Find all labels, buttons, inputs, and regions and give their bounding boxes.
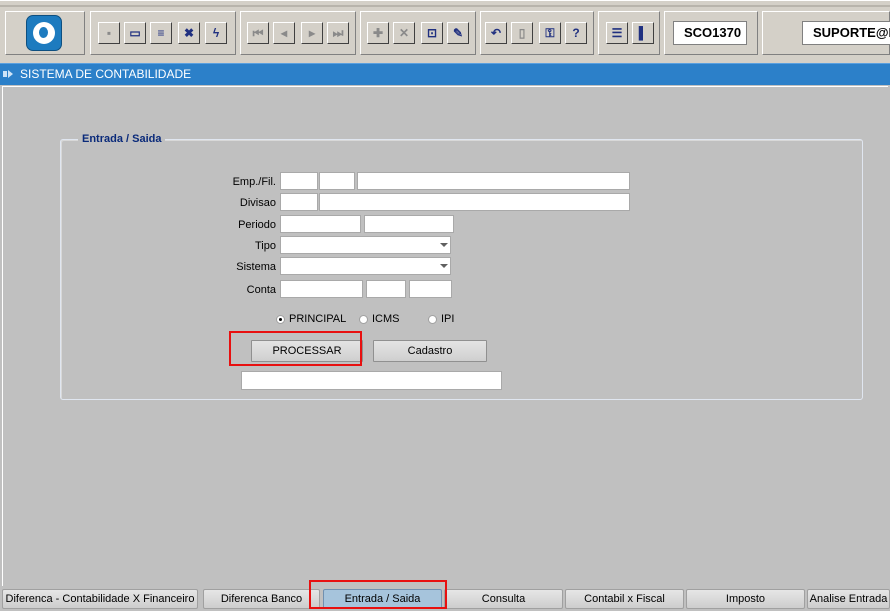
active-tab-highlight <box>309 580 447 609</box>
radio-principal[interactable]: PRINCIPAL <box>276 312 346 326</box>
previous-record-icon[interactable]: ◂ <box>273 22 295 44</box>
print-icon[interactable]: ≡ <box>150 22 172 44</box>
toolbar: ▪ ▭ ≡ ✖ ϟ ⏮ ◂ ▸ ⏭ ✚ ✕ ⊡ ✎ ↶ ▯ ⚿? ☰ ▌ SCO1370 SUPORTE@H <box>0 0 890 63</box>
radio-icms[interactable]: ICMS <box>359 312 400 326</box>
divisao-description-field[interactable] <box>319 193 630 211</box>
menu-icon[interactable]: ☰ <box>606 22 628 44</box>
periodo-start-field[interactable] <box>280 215 361 233</box>
radio-icms-button[interactable] <box>359 314 368 324</box>
periodo-end-field[interactable] <box>364 215 454 233</box>
periodo-label: Periodo <box>238 219 276 231</box>
wand-icon[interactable]: ϟ <box>205 22 227 44</box>
tab-consulta[interactable]: Consulta <box>444 589 563 609</box>
window-icon[interactable]: ▭ <box>124 22 146 44</box>
divisao-label: Divisao <box>239 197 276 209</box>
window-title-bar: SISTEMA DE CONTABILIDADE <box>0 63 890 85</box>
radio-ipi-label: IPI <box>441 313 455 325</box>
chevron-down-icon[interactable] <box>440 264 448 268</box>
tab-contabil-x-fiscal[interactable]: Contabil x Fiscal <box>565 589 684 609</box>
next-record-icon[interactable]: ▸ <box>301 22 323 44</box>
form-code-box: SCO1370 <box>673 21 747 45</box>
edit-icon[interactable]: ✎ <box>447 22 469 44</box>
conta-field-2[interactable] <box>366 280 406 298</box>
exit-door-icon[interactable]: ▌ <box>632 22 654 44</box>
emp-fil-label: Emp./Fil. <box>232 176 276 188</box>
tab-imposto[interactable]: Imposto <box>686 589 805 609</box>
tab-analise-entrada[interactable]: Analise Entrada <box>807 589 890 609</box>
emp-fil-description-field[interactable] <box>357 172 630 190</box>
window-menu-icon[interactable] <box>3 69 13 79</box>
conta-field-3[interactable] <box>409 280 452 298</box>
sistema-select[interactable] <box>280 257 451 275</box>
toolbar-stripe <box>0 5 890 7</box>
help-icon[interactable]: ? <box>565 22 587 44</box>
conta-label: Conta <box>246 284 276 296</box>
delete-record-icon[interactable]: ✕ <box>393 22 415 44</box>
radio-icms-label: ICMS <box>372 313 400 325</box>
first-record-icon[interactable]: ⏮ <box>247 22 269 44</box>
tab-diferenca-banco[interactable]: Diferenca Banco <box>203 589 320 609</box>
window-title: SISTEMA DE CONTABILIDADE <box>20 67 192 81</box>
insert-record-icon[interactable]: ✚ <box>367 22 389 44</box>
empresa-field[interactable] <box>280 172 318 190</box>
last-record-icon[interactable]: ⏭ <box>327 22 349 44</box>
undo-icon[interactable]: ↶ <box>485 22 507 44</box>
query-icon[interactable]: ⊡ <box>421 22 443 44</box>
processar-highlight <box>229 331 362 366</box>
chevron-down-icon[interactable] <box>440 243 448 247</box>
tipo-select[interactable] <box>280 236 451 254</box>
user-box: SUPORTE@H <box>802 21 890 45</box>
d-logo-icon <box>26 15 62 51</box>
tipo-label: Tipo <box>255 240 276 252</box>
divisao-code-field[interactable] <box>280 193 318 211</box>
radio-principal-label: PRINCIPAL <box>289 313 347 325</box>
cadastro-button[interactable]: Cadastro <box>373 340 487 362</box>
sistema-label: Sistema <box>236 261 276 273</box>
radio-ipi-button[interactable] <box>428 314 437 324</box>
tab-diferenca-contabilidade-financeiro[interactable]: Diferenca - Contabilidade X Financeiro <box>2 589 198 609</box>
status-field[interactable] <box>241 371 502 390</box>
exit-icon[interactable]: ✖ <box>178 22 200 44</box>
conta-field-1[interactable] <box>280 280 363 298</box>
section-title: Entrada / Saida <box>78 133 166 145</box>
filial-field[interactable] <box>319 172 355 190</box>
save-icon[interactable]: ▪ <box>98 22 120 44</box>
radio-principal-button[interactable] <box>276 314 285 324</box>
clipboard-icon[interactable]: ▯ <box>511 22 533 44</box>
radio-ipi[interactable]: IPI <box>428 312 454 326</box>
key-icon[interactable]: ⚿ <box>539 22 561 44</box>
